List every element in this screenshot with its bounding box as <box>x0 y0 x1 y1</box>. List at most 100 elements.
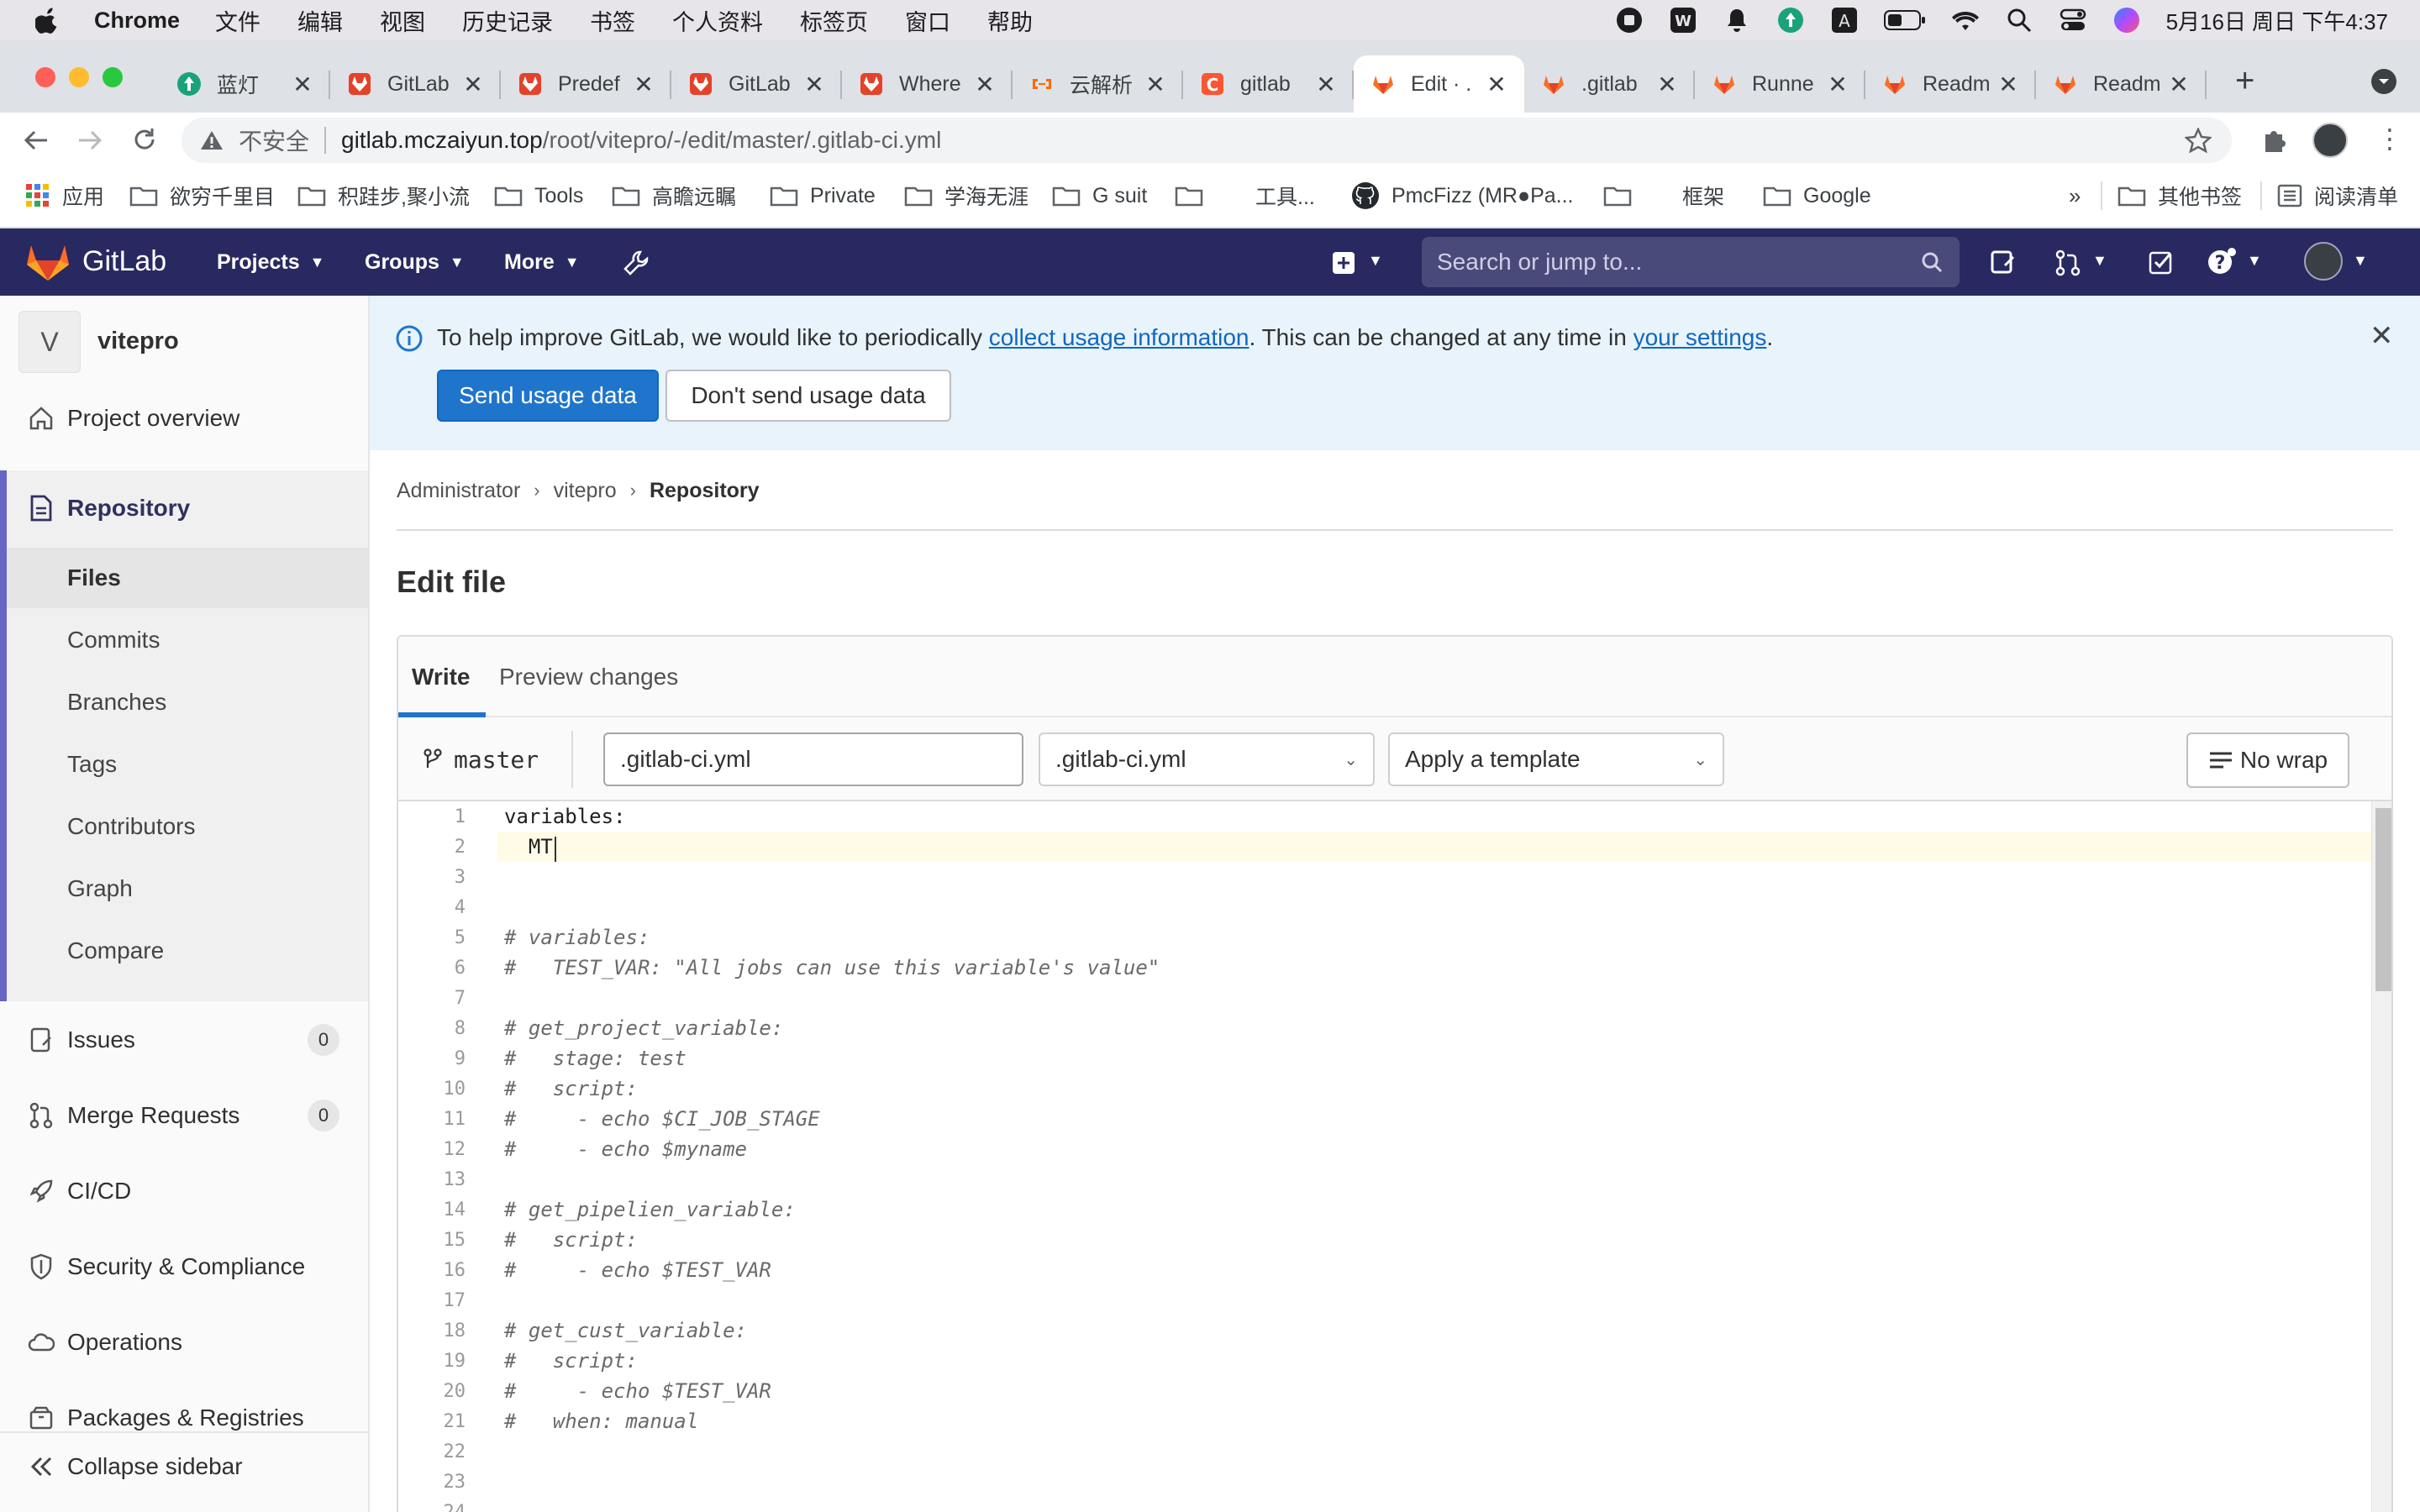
siri-icon[interactable] <box>2112 6 2141 34</box>
warning-triangle-icon[interactable] <box>200 129 224 151</box>
scrollbar-thumb[interactable] <box>2375 808 2391 991</box>
reading-list[interactable]: 阅读清单 <box>2277 168 2398 223</box>
browser-tab[interactable]: 云解析 ✕ <box>1013 55 1183 113</box>
spotlight-search-icon[interactable] <box>2005 6 2033 34</box>
bookmarks-overflow-chevron-icon[interactable]: » <box>2069 168 2081 223</box>
bookmark-folder[interactable]: 学海无涯 <box>904 168 1028 223</box>
chevron-down-icon[interactable]: ▼ <box>2247 252 2262 270</box>
tab-close-icon[interactable]: ✕ <box>1313 71 1339 98</box>
code-line[interactable]: # - echo $TEST_VAR <box>504 1379 771 1403</box>
tab-preview-changes[interactable]: Preview changes <box>499 637 678 717</box>
screen-record-icon[interactable] <box>1615 6 1644 34</box>
chrome-menu-icon[interactable]: ⋮ <box>2376 123 2403 155</box>
code-line[interactable]: # when: manual <box>504 1410 698 1433</box>
sidebar-item-security-compliance[interactable]: Security & Compliance <box>0 1233 368 1300</box>
chevron-down-icon[interactable]: ▼ <box>1368 252 1383 270</box>
window-minimize-button[interactable] <box>69 67 89 87</box>
code-line[interactable]: # - echo $CI_JOB_STAGE <box>504 1107 820 1131</box>
menu-window[interactable]: 窗口 <box>905 4 950 37</box>
browser-tab[interactable]: Predef ✕ <box>501 55 671 113</box>
nav-more-dropdown[interactable]: More ▼ <box>504 228 580 296</box>
editor-vertical-scrollbar[interactable] <box>2371 801 2391 1512</box>
menu-chrome[interactable]: Chrome <box>94 8 180 34</box>
apple-icon[interactable] <box>35 6 60 34</box>
sidebar-item-merge-requests[interactable]: Merge Requests 0 <box>0 1082 368 1149</box>
tab-close-icon[interactable]: ✕ <box>802 71 827 98</box>
dont-send-usage-data-button[interactable]: Don't send usage data <box>666 370 951 422</box>
code-editor-area[interactable]: 1 variables: 2 MT 3 4 5 # variables: 6 # TEST_VA… <box>398 801 2391 1512</box>
send-usage-data-button[interactable]: Send usage data <box>437 370 659 422</box>
bookmark-github[interactable]: PmcFizz (MR●Pa... <box>1351 168 1574 223</box>
file-name-input[interactable]: .gitlab-ci.yml <box>603 732 1023 786</box>
your-settings-link[interactable]: your settings <box>1634 324 1767 350</box>
tab-close-icon[interactable]: ✕ <box>1996 71 2021 98</box>
sidebar-subitem-contributors[interactable]: Contributors <box>67 796 196 857</box>
sidebar-subitem-branches[interactable]: Branches <box>67 672 166 732</box>
bookmark-folder[interactable]: 框架 <box>1603 168 1724 223</box>
code-line[interactable]: # get_project_variable: <box>504 1016 783 1040</box>
sidebar-subitem-compare[interactable]: Compare <box>67 921 164 981</box>
sidebar-item-issues[interactable]: Issues 0 <box>0 1006 368 1074</box>
create-new-plus-icon[interactable] <box>1331 250 1356 276</box>
bookmark-folder[interactable]: Google <box>1763 168 1871 223</box>
address-bar[interactable]: 不安全 gitlab.mczaiyun.top /root/vitepro/-/… <box>182 118 2232 163</box>
tab-close-icon[interactable]: ✕ <box>972 71 997 98</box>
wps-icon[interactable]: W <box>1669 6 1697 34</box>
breadcrumb-item[interactable]: Administrator <box>397 479 520 503</box>
merge-request-icon[interactable] <box>2054 249 2082 277</box>
todos-checkbox-icon[interactable] <box>2148 249 2175 276</box>
sidebar-subitem-files[interactable]: Files <box>67 548 121 608</box>
browser-tab[interactable]: 蓝灯 ✕ <box>160 55 330 113</box>
code-line[interactable]: # get_pipelien_variable: <box>504 1198 796 1221</box>
profile-avatar[interactable] <box>2312 123 2348 158</box>
window-zoom-button[interactable] <box>103 67 123 87</box>
chevron-down-icon[interactable]: ▼ <box>2353 252 2368 270</box>
browser-tab[interactable]: GitLab ✕ <box>330 55 501 113</box>
window-close-button[interactable] <box>35 67 55 87</box>
user-avatar[interactable] <box>2304 242 2343 281</box>
menu-tab[interactable]: 标签页 <box>800 4 868 37</box>
nav-projects-dropdown[interactable]: Projects ▼ <box>217 228 325 296</box>
extensions-puzzle-icon[interactable] <box>2260 126 2289 155</box>
gitlab-tanuki-logo-icon[interactable] <box>25 242 71 282</box>
bookmark-apps[interactable]: 应用 <box>25 168 104 223</box>
tab-search-icon[interactable] <box>2371 69 2396 94</box>
wifi-icon[interactable] <box>1951 6 1980 34</box>
sidebar-subitem-tags[interactable]: Tags <box>67 734 117 795</box>
bookmark-folder[interactable]: 高瞻远瞩 <box>612 168 736 223</box>
notification-bell-icon[interactable] <box>1723 6 1751 34</box>
battery-icon[interactable] <box>1883 6 1926 34</box>
menubar-clock[interactable]: 5月16日 周日 下午4:37 <box>2166 5 2388 36</box>
tab-close-icon[interactable]: ✕ <box>631 71 656 98</box>
sidebar-item-operations[interactable]: Operations <box>0 1309 368 1376</box>
sidebar-subitem-graph[interactable]: Graph <box>67 858 133 919</box>
chevron-down-icon[interactable]: ▼ <box>2092 252 2107 270</box>
menu-profile[interactable]: 个人资料 <box>672 4 763 37</box>
tab-close-icon[interactable]: ✕ <box>1484 71 1509 98</box>
browser-tab[interactable]: Where ✕ <box>842 55 1013 113</box>
tab-close-icon[interactable]: ✕ <box>460 71 486 98</box>
bookmark-folder[interactable]: Tools <box>494 168 583 223</box>
global-search-input[interactable]: Search or jump to... <box>1422 237 1960 287</box>
menu-view[interactable]: 视图 <box>380 4 425 37</box>
not-secure-label[interactable]: 不安全 <box>239 123 309 157</box>
tab-close-icon[interactable]: ✕ <box>1143 71 1168 98</box>
code-line[interactable]: # script: <box>504 1077 638 1100</box>
menu-bookmarks[interactable]: 书签 <box>590 4 635 37</box>
tab-write[interactable]: Write <box>412 637 471 717</box>
back-arrow-icon[interactable] <box>22 128 49 153</box>
forward-arrow-icon[interactable] <box>77 128 104 153</box>
code-line[interactable]: # get_cust_variable: <box>504 1319 747 1342</box>
gitlab-brand[interactable]: GitLab <box>82 245 166 278</box>
apply-template-select[interactable]: Apply a template ⌄ <box>1388 732 1724 786</box>
code-line[interactable]: # stage: test <box>504 1047 687 1070</box>
control-center-icon[interactable] <box>2059 6 2087 34</box>
code-line[interactable]: # - echo $TEST_VAR <box>504 1258 771 1282</box>
bookmark-star-icon[interactable] <box>2185 128 2212 153</box>
browser-tab[interactable]: GitLab ✕ <box>671 55 842 113</box>
collect-usage-link[interactable]: collect usage information <box>989 324 1249 350</box>
code-line[interactable]: variables: <box>504 805 626 828</box>
code-line[interactable]: # script: <box>504 1349 638 1373</box>
browser-tab[interactable]: .gitlab ✕ <box>1524 55 1695 113</box>
collapse-sidebar-button[interactable]: Collapse sidebar <box>0 1433 368 1500</box>
